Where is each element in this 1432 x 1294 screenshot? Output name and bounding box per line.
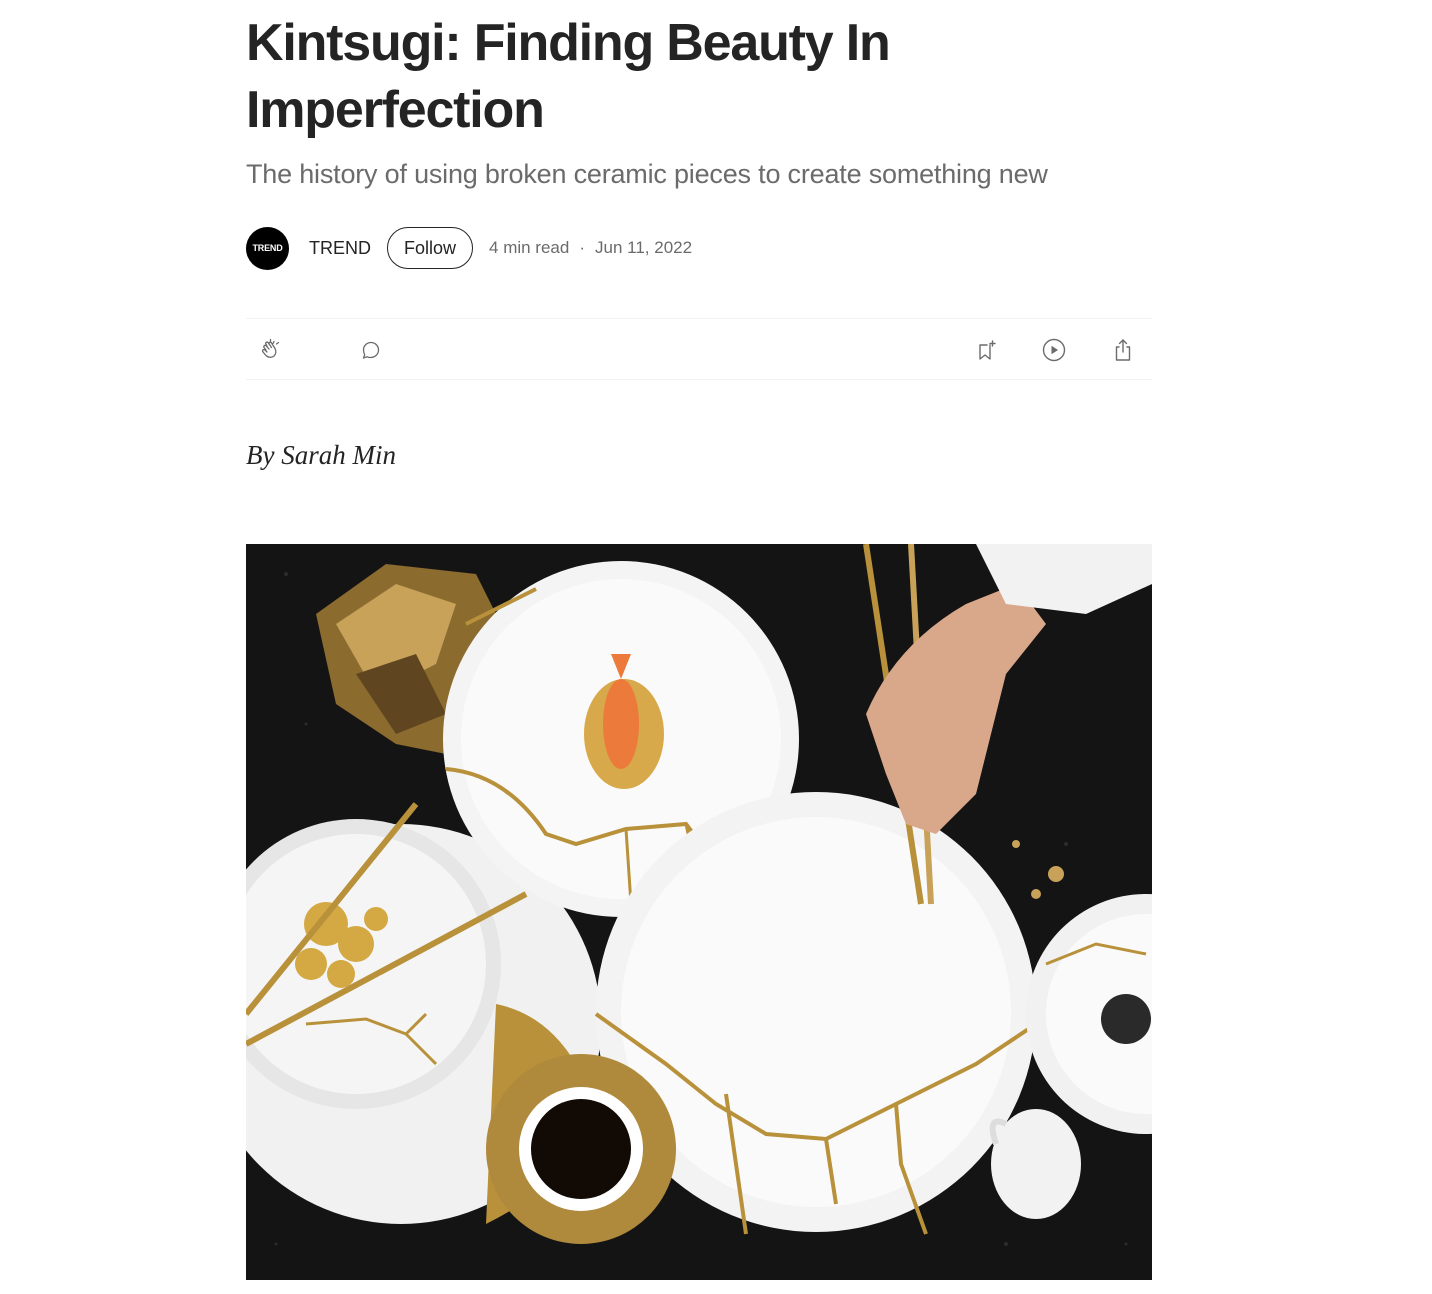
meta-separator: · bbox=[579, 238, 586, 257]
play-icon[interactable] bbox=[1040, 336, 1068, 364]
action-bar bbox=[246, 318, 1152, 380]
follow-button[interactable]: Follow bbox=[387, 227, 474, 269]
publish-date: Jun 11, 2022 bbox=[595, 238, 693, 257]
bookmark-add-icon[interactable] bbox=[973, 336, 1001, 364]
author-credit: By Sarah Min bbox=[246, 440, 396, 470]
avatar-label: TREND bbox=[252, 243, 283, 253]
share-icon[interactable] bbox=[1109, 336, 1137, 364]
clap-icon[interactable] bbox=[258, 336, 286, 364]
article-title: Kintsugi: Finding Beauty In Imperfection bbox=[246, 14, 891, 139]
read-time: 4 min read bbox=[489, 238, 570, 257]
publication-name[interactable]: TREND bbox=[309, 238, 371, 259]
byline: TREND TREND Follow 4 min read · Jun 11, … bbox=[246, 226, 1152, 270]
article-subtitle: The history of using broken ceramic piec… bbox=[246, 159, 1048, 189]
hero-image bbox=[246, 544, 1152, 1280]
article-meta: 4 min read · Jun 11, 2022 bbox=[489, 238, 692, 258]
publication-avatar[interactable]: TREND bbox=[246, 226, 289, 270]
kintsugi-plates-illustration bbox=[246, 544, 1152, 1280]
response-icon[interactable] bbox=[357, 336, 385, 364]
